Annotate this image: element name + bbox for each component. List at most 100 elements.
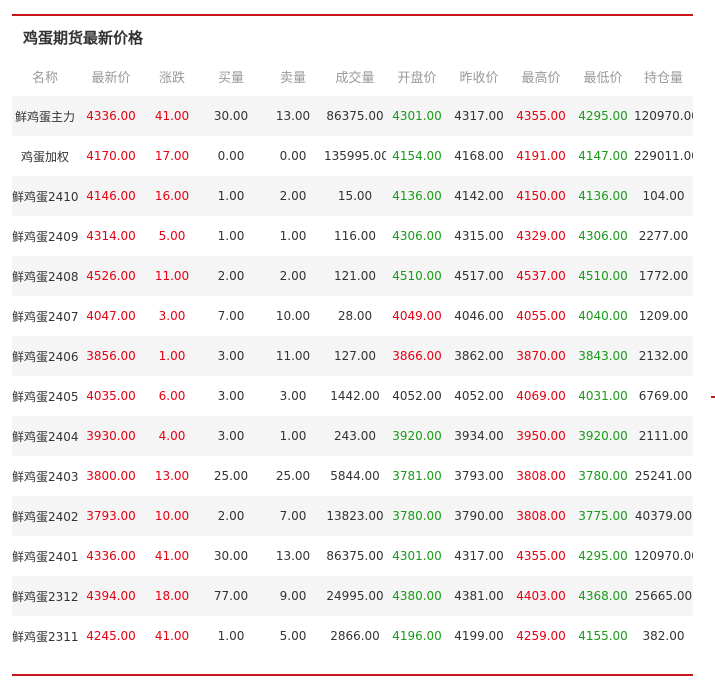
cell-low: 4136.00 bbox=[572, 176, 634, 216]
cell-open: 4301.00 bbox=[392, 549, 442, 563]
cell-prev-close: 3793.00 bbox=[454, 469, 504, 483]
cell-turnover: 15.00 bbox=[324, 176, 386, 216]
cell-open-interest: 25241.00 bbox=[634, 469, 693, 483]
cell-name: 鲜鸡蛋2404 bbox=[12, 416, 78, 456]
cell-open: 4301.00 bbox=[386, 96, 448, 136]
egg-futures-panel: 鸡蛋期货最新价格 名称 最新价 涨跌 买量 卖量 成交量 开盘价 昨收价 最高价… bbox=[12, 14, 693, 676]
cell-bid-volume: 77.00 bbox=[200, 576, 262, 616]
cell-ask-volume: 13.00 bbox=[275, 549, 311, 563]
cell-high: 3808.00 bbox=[510, 496, 572, 536]
header-open: 开盘价 bbox=[397, 70, 437, 86]
cell-open: 3866.00 bbox=[386, 336, 448, 376]
cell-open-interest: 2132.00 bbox=[634, 336, 693, 376]
panel-title: 鸡蛋期货最新价格 bbox=[23, 29, 144, 47]
cell-turnover: 127.00 bbox=[324, 336, 386, 376]
cell-open-interest: 25665.00 bbox=[634, 576, 693, 616]
table-row: 鲜鸡蛋2409 4314.00 5.00 1.00 1.00 116.00 4306.00 4… bbox=[12, 216, 693, 256]
cell-open: 4154.00 bbox=[392, 149, 442, 163]
cell-open: 3781.00 bbox=[392, 469, 442, 483]
cell-turnover: 86375.00 bbox=[324, 96, 386, 136]
cell-name: 鲜鸡蛋2405 bbox=[12, 389, 78, 404]
cell-change: 11.00 bbox=[144, 256, 200, 296]
cell-low: 3780.00 bbox=[578, 469, 628, 483]
cell-low: 3920.00 bbox=[572, 416, 634, 456]
cell-bid-volume: 2.00 bbox=[200, 496, 262, 536]
table-row: 鲜鸡蛋2406 3856.00 1.00 3.00 11.00 127.00 3866.00… bbox=[12, 336, 693, 376]
cell-change: 18.00 bbox=[144, 576, 200, 616]
cell-latest-price: 4047.00 bbox=[86, 309, 136, 323]
table-row: 鲜鸡蛋2404 3930.00 4.00 3.00 1.00 243.00 3920.00 3… bbox=[12, 416, 693, 456]
cell-latest-price: 3800.00 bbox=[86, 469, 136, 483]
cell-high: 4355.00 bbox=[516, 549, 566, 563]
table-row: 鲜鸡蛋2407 4047.00 3.00 7.00 10.00 28.00 4049.00 4… bbox=[12, 296, 693, 336]
cell-latest-price: 4336.00 bbox=[78, 96, 144, 136]
cell-change: 41.00 bbox=[154, 629, 190, 643]
cell-bid-volume: 7.00 bbox=[217, 309, 245, 323]
cell-turnover: 1442.00 bbox=[330, 389, 380, 403]
cell-name: 鲜鸡蛋2402 bbox=[12, 496, 78, 536]
table-header-row: 名称 最新价 涨跌 买量 卖量 成交量 开盘价 昨收价 最高价 最低价 持仓量 bbox=[12, 56, 693, 96]
cell-change: 4.00 bbox=[144, 416, 200, 456]
cell-high: 4355.00 bbox=[510, 96, 572, 136]
cell-prev-close: 4168.00 bbox=[454, 149, 504, 163]
cell-prev-close: 4317.00 bbox=[454, 549, 504, 563]
cell-prev-close: 3862.00 bbox=[448, 336, 510, 376]
cell-high: 3808.00 bbox=[516, 469, 566, 483]
table-row: 鲜鸡蛋2312 4394.00 18.00 77.00 9.00 24995.00 4380… bbox=[12, 576, 693, 616]
table-row: 鲜鸡蛋2405 4035.00 6.00 3.00 3.00 1442.00 4052.00… bbox=[12, 376, 693, 416]
cell-latest-price: 3930.00 bbox=[78, 416, 144, 456]
cell-latest-price: 4035.00 bbox=[86, 389, 136, 403]
header-turnover: 成交量 bbox=[335, 70, 375, 86]
cell-prev-close: 3934.00 bbox=[448, 416, 510, 456]
cell-open: 4380.00 bbox=[386, 576, 448, 616]
cell-latest-price: 4394.00 bbox=[78, 576, 144, 616]
cell-high: 4150.00 bbox=[510, 176, 572, 216]
header-bid-volume: 买量 bbox=[217, 70, 244, 86]
cell-bid-volume: 3.00 bbox=[200, 416, 262, 456]
cell-low: 4155.00 bbox=[578, 629, 628, 643]
cell-name: 鲜鸡蛋2409 bbox=[12, 229, 78, 244]
cell-open: 3780.00 bbox=[386, 496, 448, 536]
cell-change: 3.00 bbox=[158, 309, 186, 323]
cell-latest-price: 4526.00 bbox=[78, 256, 144, 296]
cell-low: 4295.00 bbox=[572, 96, 634, 136]
cell-open: 4052.00 bbox=[392, 389, 442, 403]
cell-turnover: 86375.00 bbox=[326, 549, 384, 563]
header-open-interest: 持仓量 bbox=[643, 70, 683, 86]
cell-turnover: 116.00 bbox=[334, 229, 376, 243]
cell-ask-volume: 10.00 bbox=[275, 309, 311, 323]
cell-open-interest: 104.00 bbox=[634, 176, 693, 216]
cell-open-interest: 40379.00 bbox=[634, 496, 693, 536]
cell-change: 13.00 bbox=[154, 469, 190, 483]
cell-bid-volume: 3.00 bbox=[200, 336, 262, 376]
cell-open-interest: 1209.00 bbox=[638, 309, 689, 323]
cell-ask-volume: 5.00 bbox=[279, 629, 307, 643]
cell-open-interest: 229011.00 bbox=[634, 149, 693, 163]
cell-ask-volume: 11.00 bbox=[262, 336, 324, 376]
cell-open: 4136.00 bbox=[386, 176, 448, 216]
cell-low: 4147.00 bbox=[578, 149, 628, 163]
cell-open-interest: 382.00 bbox=[642, 629, 685, 643]
header-name: 名称 bbox=[31, 70, 58, 86]
cell-turnover: 135995.00 bbox=[324, 149, 386, 163]
cell-name: 鲜鸡蛋2311 bbox=[12, 629, 78, 644]
cell-prev-close: 4381.00 bbox=[448, 576, 510, 616]
cell-latest-price: 4170.00 bbox=[86, 149, 136, 163]
cell-low: 4040.00 bbox=[578, 309, 628, 323]
cell-change: 1.00 bbox=[144, 336, 200, 376]
edge-marker bbox=[711, 396, 715, 398]
header-change: 涨跌 bbox=[158, 70, 185, 86]
cell-prev-close: 4517.00 bbox=[448, 256, 510, 296]
cell-change: 41.00 bbox=[144, 96, 200, 136]
table-row: 鲜鸡蛋2408 4526.00 11.00 2.00 2.00 121.00 4510.00… bbox=[12, 256, 693, 296]
cell-name: 鲜鸡蛋主力 bbox=[12, 96, 78, 136]
cell-ask-volume: 25.00 bbox=[275, 469, 311, 483]
header-ask-volume: 卖量 bbox=[279, 70, 306, 86]
cell-ask-volume: 13.00 bbox=[262, 96, 324, 136]
cell-low: 4368.00 bbox=[572, 576, 634, 616]
price-table: 名称 最新价 涨跌 买量 卖量 成交量 开盘价 昨收价 最高价 最低价 持仓量 … bbox=[12, 56, 693, 656]
cell-latest-price: 3793.00 bbox=[78, 496, 144, 536]
table-row: 鲜鸡蛋2403 3800.00 13.00 25.00 25.00 5844.00 3781… bbox=[12, 456, 693, 496]
cell-bid-volume: 30.00 bbox=[213, 549, 249, 563]
header-high: 最高价 bbox=[521, 70, 561, 86]
